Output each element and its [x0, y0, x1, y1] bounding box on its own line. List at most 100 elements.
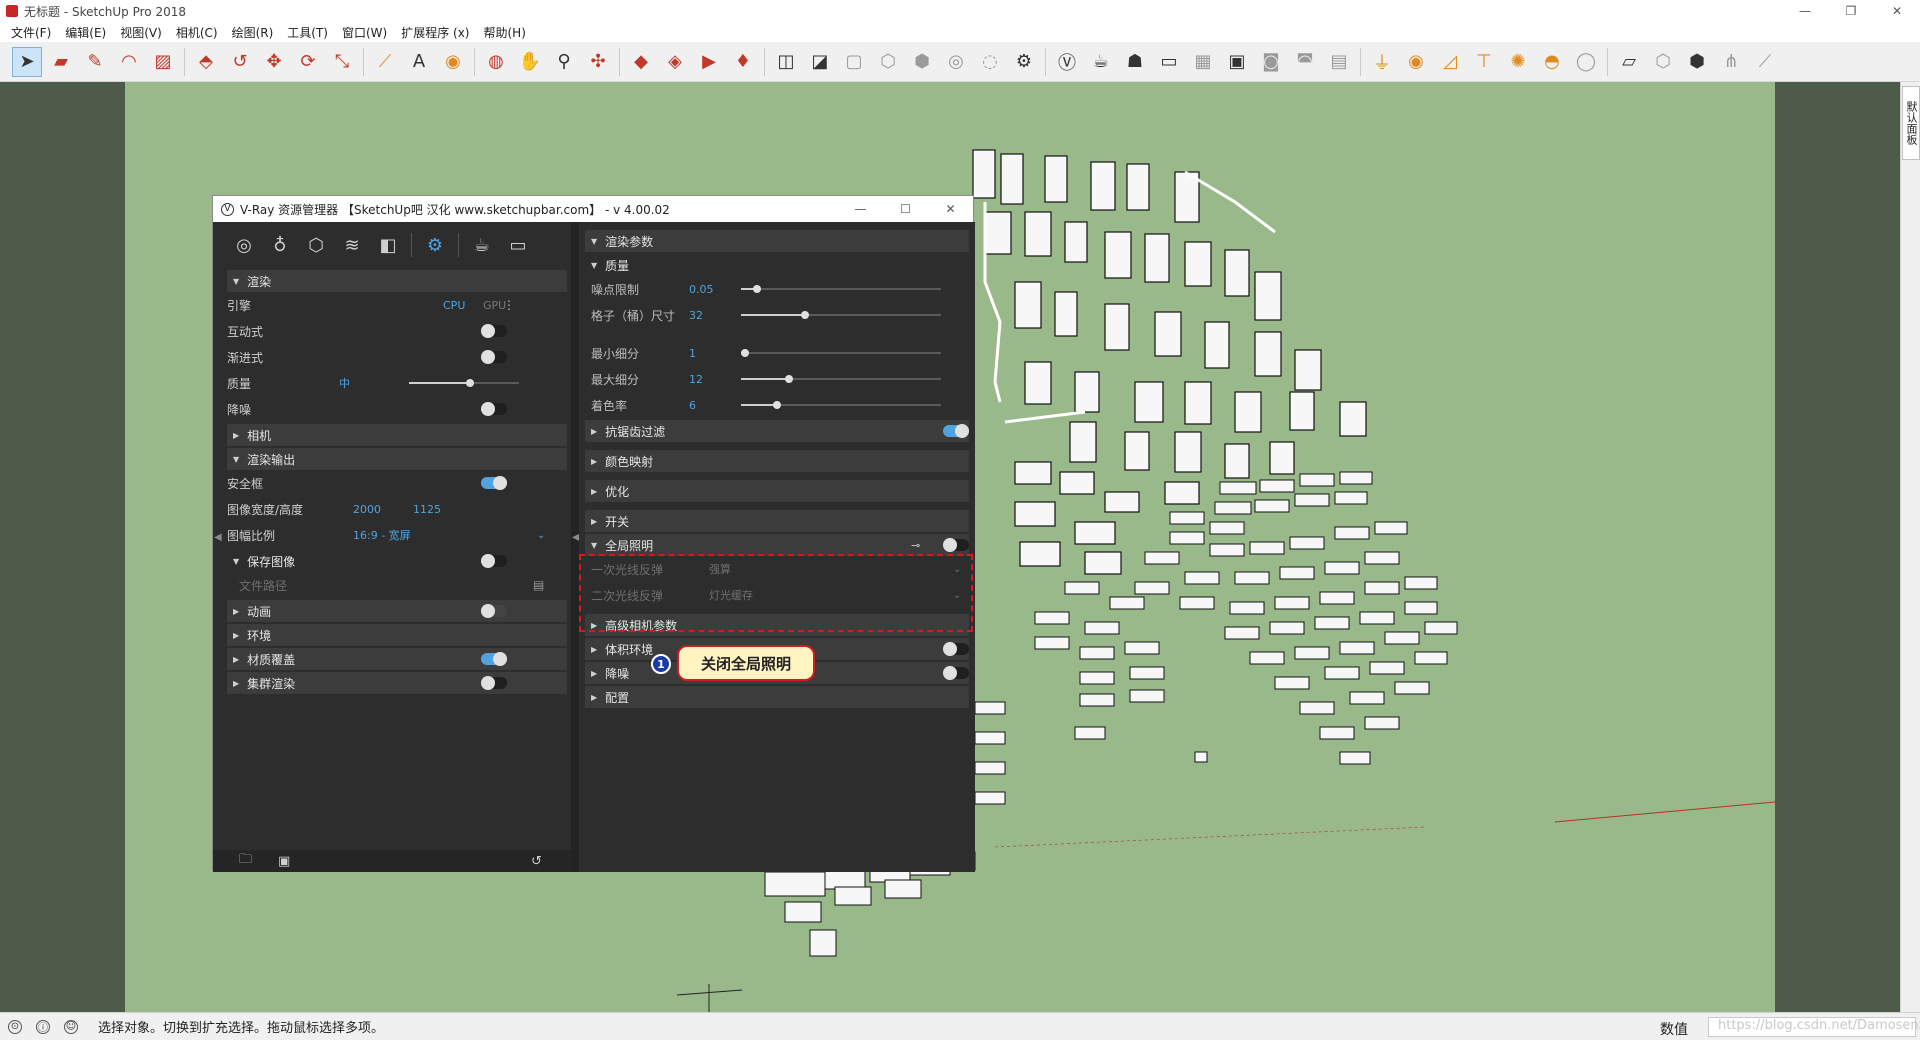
section-save-image[interactable]: ▼ 保存图像	[227, 550, 567, 572]
file-browse-icon[interactable]: ▤	[533, 578, 544, 592]
hidden-line-icon[interactable]: ⬡	[873, 47, 903, 77]
xray-icon[interactable]: ◫	[771, 47, 801, 77]
offset-tool-icon[interactable]: ↺	[225, 47, 255, 77]
engine-menu-icon[interactable]: ⋮	[503, 298, 515, 312]
section-material-override[interactable]: ▶ 材质覆盖	[227, 648, 567, 670]
swarm-toggle[interactable]	[481, 676, 507, 690]
menu-file[interactable]: 文件(F)	[4, 24, 58, 41]
pin-icon[interactable]: ⊸	[911, 539, 920, 552]
aspect-dropdown[interactable]: 16:9 - 宽屏	[353, 527, 411, 543]
shading-rate-slider[interactable]	[741, 401, 941, 409]
rect-light-icon[interactable]: ⏚	[1367, 47, 1397, 77]
reset-icon[interactable]: ↺	[531, 854, 542, 869]
material-override-toggle[interactable]	[481, 652, 507, 666]
section-render[interactable]: ▼ 渲染	[227, 270, 567, 292]
layers-icon[interactable]: ≋	[339, 232, 365, 258]
user-icon[interactable]: ☺	[64, 1019, 78, 1034]
menu-help[interactable]: 帮助(H)	[476, 24, 532, 41]
lights-icon[interactable]: ♁	[267, 232, 293, 258]
progressive-toggle[interactable]	[481, 350, 507, 364]
default-tray-tab[interactable]: 默认面板	[1902, 86, 1920, 160]
image-width-field[interactable]: 2000	[353, 503, 381, 516]
slider-knob[interactable]	[801, 311, 809, 319]
extension-manager-icon[interactable]: ♦	[728, 47, 758, 77]
min-subdiv-value[interactable]: 1	[689, 347, 696, 360]
settings-gear-icon[interactable]: ⚙	[422, 232, 448, 258]
menu-edit[interactable]: 编辑(E)	[58, 24, 113, 41]
push-pull-tool-icon[interactable]: ⬘	[191, 47, 221, 77]
section-render-params[interactable]: ▼ 渲染参数	[585, 230, 969, 252]
safe-frame-toggle[interactable]	[481, 476, 507, 490]
interactive-toggle[interactable]	[481, 324, 507, 338]
section-environment[interactable]: ▶ 环境	[227, 624, 567, 646]
zoom-extents-icon[interactable]: ✣	[583, 47, 613, 77]
shaded-textures-icon[interactable]: ◎	[941, 47, 971, 77]
open-folder-icon[interactable]: 🗀	[239, 850, 252, 872]
vray-logo-icon[interactable]: Ⓥ	[1052, 47, 1082, 77]
sphere-light-icon[interactable]: ◉	[1401, 47, 1431, 77]
bucket-size-slider[interactable]	[741, 311, 941, 319]
scale-tool-icon[interactable]: ⤡	[327, 47, 357, 77]
paint-bucket-icon[interactable]: ◉	[438, 47, 468, 77]
section-render-output[interactable]: ▼ 渲染输出	[227, 448, 567, 470]
quality-slider[interactable]	[409, 379, 519, 387]
max-subdiv-slider[interactable]	[741, 375, 941, 383]
section-antialias[interactable]: ▶ 抗锯齿过滤	[585, 420, 969, 442]
slider-knob[interactable]	[785, 375, 793, 383]
import-proxy-icon[interactable]: ⬢	[1682, 47, 1712, 77]
orbit-tool-icon[interactable]: ◍	[481, 47, 511, 77]
menu-tools[interactable]: 工具(T)	[280, 24, 335, 41]
infinite-plane-icon[interactable]: ⏥	[1614, 47, 1644, 77]
section-camera[interactable]: ▶ 相机	[227, 424, 567, 446]
bucket-size-value[interactable]: 32	[689, 309, 703, 322]
noise-limit-slider[interactable]	[741, 285, 941, 293]
line-tool-icon[interactable]: ✎	[80, 47, 110, 77]
save-icon[interactable]: ▣	[278, 854, 290, 869]
expand-panel-icon[interactable]: ◀	[214, 532, 222, 543]
frame-buffer-icon[interactable]: ▭	[505, 232, 531, 258]
menu-window[interactable]: 窗口(W)	[335, 24, 394, 41]
animation-toggle[interactable]	[481, 604, 507, 618]
pan-tool-icon[interactable]: ✋	[515, 47, 545, 77]
section-global-illumination[interactable]: ▼ 全局照明 ⊸	[585, 534, 969, 556]
zoom-tool-icon[interactable]: ⚲	[549, 47, 579, 77]
model-info-icon[interactable]: ⚙	[1009, 47, 1039, 77]
section-configuration[interactable]: ▶ 配置	[585, 686, 969, 708]
geo-location-icon[interactable]: ⊙	[8, 1019, 22, 1034]
vray-render-icon[interactable]: ☕	[1086, 47, 1116, 77]
dome-light-icon[interactable]: ◓	[1537, 47, 1567, 77]
text-tool-icon[interactable]: A	[404, 47, 434, 77]
image-height-field[interactable]: 1125	[413, 503, 441, 516]
section-swarm[interactable]: ▶ 集群渲染	[227, 672, 567, 694]
chevron-down-icon[interactable]: ⌄	[537, 530, 545, 541]
global-illumination-toggle[interactable]	[943, 538, 969, 552]
save-image-toggle[interactable]	[481, 554, 507, 568]
volumetric-toggle[interactable]	[943, 642, 969, 656]
slider-knob[interactable]	[773, 401, 781, 409]
rotate-tool-icon[interactable]: ⟳	[293, 47, 323, 77]
engine-cpu-option[interactable]: CPU	[443, 299, 465, 312]
wireframe-icon[interactable]: ▢	[839, 47, 869, 77]
ies-light-icon[interactable]: ⊤	[1469, 47, 1499, 77]
vray-asset-editor-icon[interactable]: ▣	[1222, 47, 1252, 77]
min-subdiv-slider[interactable]	[741, 349, 941, 357]
menu-camera[interactable]: 相机(C)	[169, 24, 225, 41]
slider-knob[interactable]	[741, 349, 749, 357]
section-quality[interactable]: ▼ 质量	[585, 254, 969, 276]
vray-interactive-icon[interactable]: ☗	[1120, 47, 1150, 77]
vray-close-button[interactable]: ✕	[928, 196, 973, 222]
minimize-button[interactable]: —	[1782, 0, 1828, 22]
section-color-mapping[interactable]: ▶ 颜色映射	[585, 450, 969, 472]
vray-maximize-button[interactable]: ☐	[883, 196, 928, 222]
tape-measure-icon[interactable]: ⟋	[370, 47, 400, 77]
render-teapot-icon[interactable]: ☕	[469, 232, 495, 258]
extension-warehouse-icon[interactable]: ◈	[660, 47, 690, 77]
geometry-icon[interactable]: ⬡	[303, 232, 329, 258]
credits-icon[interactable]: ⓘ	[36, 1019, 50, 1034]
denoise-toggle[interactable]	[481, 402, 507, 416]
omni-light-icon[interactable]: ✺	[1503, 47, 1533, 77]
vray-lights-icon[interactable]: ◙	[1256, 47, 1286, 77]
export-proxy-icon[interactable]: ⬡	[1648, 47, 1678, 77]
spot-light-icon[interactable]: ◿	[1435, 47, 1465, 77]
menu-draw[interactable]: 绘图(R)	[225, 24, 281, 41]
